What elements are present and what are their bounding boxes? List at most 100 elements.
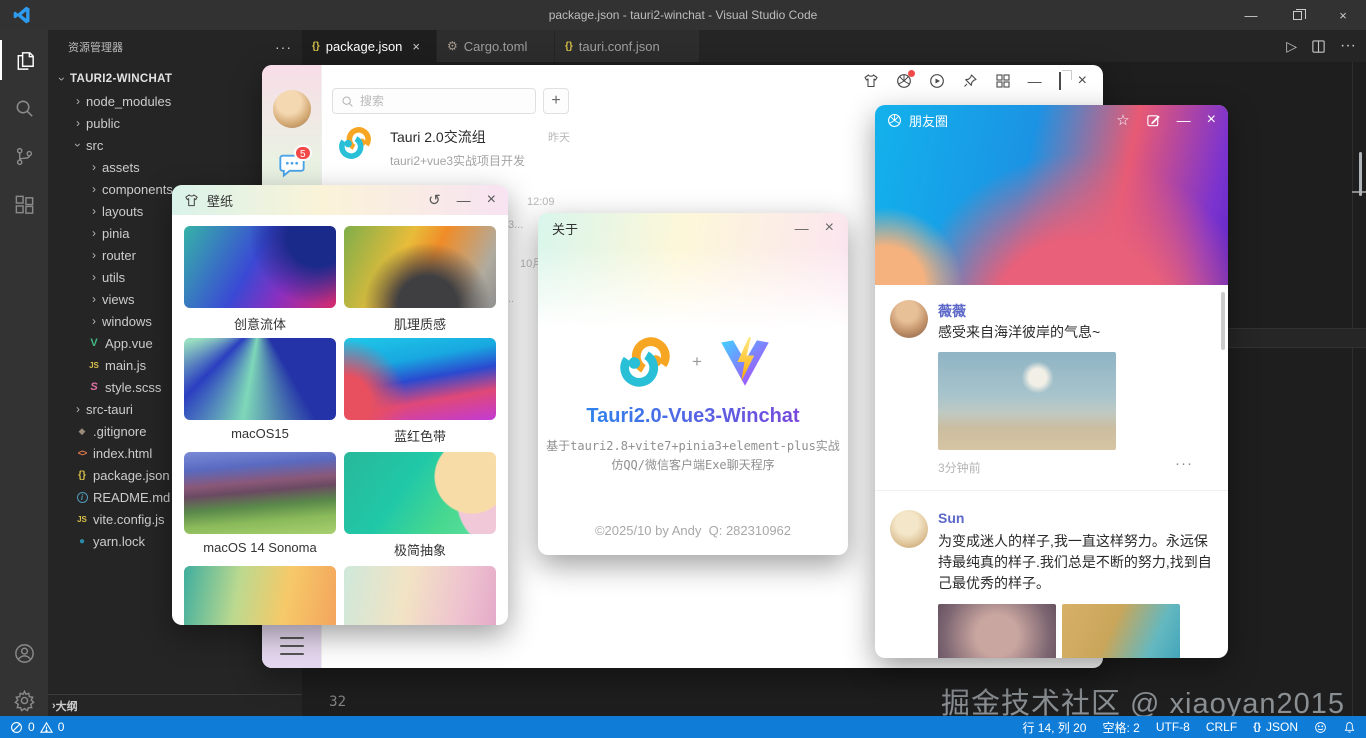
add-button[interactable]: + xyxy=(543,88,569,114)
toml-file-icon: ⚙ xyxy=(447,39,458,53)
chat-item-title[interactable]: Tauri 2.0交流组 xyxy=(390,127,486,147)
explorer-more-actions-icon[interactable]: ··· xyxy=(275,39,292,55)
status-eol[interactable]: CRLF xyxy=(1206,720,1237,734)
wallpaper-thumb-creative-fluid[interactable] xyxy=(184,226,336,308)
wallpaper-tile[interactable]: 极简抽象 xyxy=(344,452,496,558)
pin-icon[interactable] xyxy=(962,73,978,89)
wallpaper-tile[interactable]: 蓝红色带 xyxy=(344,338,496,444)
search-icon[interactable] xyxy=(0,88,48,128)
wallpaper-title: 壁纸 xyxy=(207,191,233,210)
menu-hamburger-icon[interactable] xyxy=(280,637,304,655)
info-file-icon: i xyxy=(74,492,90,503)
wallpaper-shirt-icon[interactable] xyxy=(863,73,879,89)
chevron-right-icon: › xyxy=(86,182,102,196)
post-timestamp: 3分钟前 xyxy=(938,459,981,476)
wallpaper-thumb-blue-red[interactable] xyxy=(344,338,496,420)
moments-scrollbar-thumb[interactable] xyxy=(1221,292,1225,350)
status-line-col[interactable]: 行 14, 列 20 xyxy=(1022,719,1086,736)
about-logos: + xyxy=(538,331,848,393)
compose-edit-icon[interactable] xyxy=(1146,113,1161,128)
editor-scrollbar-thumb[interactable] xyxy=(1359,152,1362,196)
wallpaper-tile[interactable]: 肌理质感 xyxy=(344,226,496,332)
refresh-icon[interactable]: ↺ xyxy=(428,191,441,209)
wallpaper-tile[interactable] xyxy=(344,566,496,625)
explorer-icon[interactable] xyxy=(0,40,48,80)
search-input[interactable] xyxy=(360,94,510,108)
about-minimize-button[interactable]: — xyxy=(795,220,809,236)
status-indentation[interactable]: 空格: 2 xyxy=(1103,719,1140,736)
wallpaper-close-button[interactable]: × xyxy=(487,191,496,209)
chevron-right-icon: › xyxy=(86,248,102,262)
post-photo-beach[interactable] xyxy=(938,352,1116,450)
split-editor-icon[interactable] xyxy=(1311,39,1326,54)
chat-close-button[interactable]: × xyxy=(1078,72,1087,90)
moments-minimize-button[interactable]: — xyxy=(1177,112,1191,128)
run-button[interactable]: ▷ xyxy=(1286,38,1297,55)
post-author-name[interactable]: Sun xyxy=(938,510,964,526)
post-photo-dog[interactable] xyxy=(1062,604,1180,658)
wallpaper-tile[interactable]: macOS 14 Sonoma xyxy=(184,452,336,558)
chat-minimize-button[interactable]: — xyxy=(1028,73,1042,89)
wallpaper-thumb-partial[interactable] xyxy=(184,566,336,625)
favorite-star-icon[interactable]: ☆ xyxy=(1116,111,1129,129)
apps-grid-icon[interactable] xyxy=(995,73,1011,89)
problems-status[interactable]: 0 0 xyxy=(10,720,64,734)
tab-cargo-toml[interactable]: ⚙ Cargo.toml xyxy=(437,30,555,62)
chat-item-subtitle: tauri2+vue3实战项目开发 xyxy=(390,152,525,169)
window-restore-button[interactable] xyxy=(1274,0,1320,30)
chat-maximize-button[interactable] xyxy=(1059,73,1061,89)
wallpaper-titlebar[interactable]: 壁纸 ↺ — × xyxy=(172,185,508,215)
search-box[interactable] xyxy=(332,88,536,114)
post-more-icon[interactable]: ··· xyxy=(1175,455,1193,472)
wallpaper-tile[interactable]: 创意流体 xyxy=(184,226,336,332)
more-actions-icon[interactable]: ··· xyxy=(1340,37,1356,55)
chevron-right-icon: › xyxy=(86,314,102,328)
moments-close-button[interactable]: × xyxy=(1207,111,1216,129)
window-title: package.json - tauri2-winchat - Visual S… xyxy=(0,8,1366,22)
post-author-name[interactable]: 薇薇 xyxy=(938,301,966,321)
about-close-button[interactable]: × xyxy=(825,219,834,237)
outline-section[interactable]: › 大纲 xyxy=(48,694,302,716)
scss-file-icon: S xyxy=(86,381,102,393)
post-photo-portrait[interactable] xyxy=(938,604,1056,658)
settings-gear-icon[interactable] xyxy=(0,680,48,720)
post-avatar[interactable] xyxy=(890,510,928,548)
group-avatar-tauri[interactable] xyxy=(335,123,375,163)
status-encoding[interactable]: UTF-8 xyxy=(1156,720,1190,734)
wallpaper-tile[interactable] xyxy=(184,566,336,625)
tab-package-json[interactable]: {} package.json × xyxy=(302,30,437,62)
status-language[interactable]: {}JSON xyxy=(1253,720,1298,734)
user-avatar[interactable] xyxy=(273,90,311,128)
tab-close-icon[interactable]: × xyxy=(412,39,420,54)
wallpaper-thumb-texture[interactable] xyxy=(344,226,496,308)
wallpaper-thumb-macos15[interactable] xyxy=(184,338,336,420)
vite-logo xyxy=(718,335,772,389)
notifications-bell-icon[interactable] xyxy=(1343,721,1356,734)
feedback-icon[interactable] xyxy=(1314,721,1327,734)
source-control-icon[interactable] xyxy=(0,136,48,176)
post-avatar[interactable] xyxy=(890,300,928,338)
chat-item2-subtitle-fragment: 3... xyxy=(508,219,523,231)
titlebar[interactable]: package.json - tauri2-winchat - Visual S… xyxy=(0,0,1366,30)
html-file-icon: <> xyxy=(74,448,90,458)
account-icon[interactable] xyxy=(0,633,48,673)
chat-item3-subtitle-fragment: .. xyxy=(508,293,514,305)
window-close-button[interactable]: × xyxy=(1320,0,1366,30)
about-titlebar[interactable]: 关于 — × xyxy=(538,213,848,243)
moments-titlebar[interactable]: 朋友圈 ☆ — × xyxy=(875,105,1228,135)
play-circle-icon[interactable] xyxy=(929,73,945,89)
wallpaper-thumb-partial[interactable] xyxy=(344,566,496,625)
wallpaper-thumb-sonoma[interactable] xyxy=(184,452,336,534)
tab-tauri-conf-json[interactable]: {} tauri.conf.json xyxy=(555,30,700,62)
wallpaper-thumb-minimal[interactable] xyxy=(344,452,496,534)
editor-horizontal-band xyxy=(1228,328,1366,348)
wallpaper-tile[interactable]: macOS15 xyxy=(184,338,336,444)
chat-titlebar-toolbar: — × xyxy=(863,72,1087,90)
js-file-icon: JS xyxy=(74,515,90,524)
window-minimize-button[interactable]: — xyxy=(1228,0,1274,30)
extensions-icon[interactable] xyxy=(0,184,48,224)
moments-aperture-icon[interactable] xyxy=(896,73,912,89)
wallpaper-minimize-button[interactable]: — xyxy=(457,192,471,208)
notification-dot xyxy=(908,70,915,77)
chat-item-time: 昨天 xyxy=(532,129,570,145)
